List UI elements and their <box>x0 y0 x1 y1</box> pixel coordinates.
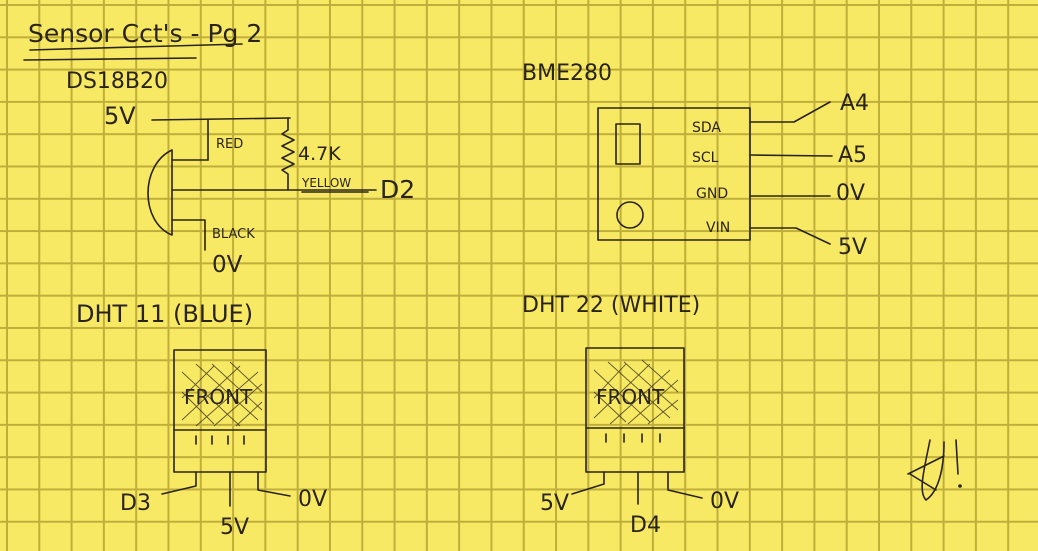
dht22-circuit: DHT 22 (WHITE) FRONT 5V D4 0V <box>522 293 739 538</box>
bme280-mount-hole <box>616 201 644 229</box>
dht11-pin-left: D3 <box>120 491 151 516</box>
pin-label-gnd: GND <box>696 186 728 202</box>
dht22-pin-marks <box>605 433 661 443</box>
dht22-lead-right <box>667 471 703 499</box>
target-a5: A5 <box>838 143 867 168</box>
resistor-symbol <box>281 117 295 191</box>
author-signature <box>907 439 962 501</box>
target-0v: 0V <box>836 181 865 206</box>
dht11-label: DHT 11 (BLUE) <box>76 300 253 328</box>
ds18b20-circuit: DS18B20 5V RED 4.7K YELLOW D2 BLACK 0V <box>66 69 415 278</box>
dht11-pin-middle: 5V <box>220 515 249 540</box>
dht11-lead-right <box>257 471 291 497</box>
dht11-circuit: DHT 11 (BLUE) FRONT D3 5V 0V <box>76 300 327 540</box>
dht22-lead-left <box>571 471 605 495</box>
bme280-circuit: BME280 SDA SCL GND VIN A4 A5 0V 5V <box>522 61 869 260</box>
graph-paper-sheet: Sensor Cct's - Pg 2 DS18B20 5V RED 4.7K … <box>0 0 1038 551</box>
yellow-wire-label: YELLOW <box>301 176 351 190</box>
ds18b20-label: DS18B20 <box>66 69 168 94</box>
schematic-canvas: Sensor Cct's - Pg 2 DS18B20 5V RED 4.7K … <box>23 19 962 540</box>
dht22-pin-middle: D4 <box>630 513 661 538</box>
red-wire-label: RED <box>216 137 243 152</box>
supply-rail <box>151 117 291 121</box>
ground-label: 0V <box>212 252 243 278</box>
ds18b20-supply-label: 5V <box>104 102 136 130</box>
title-underline-2 <box>23 57 197 61</box>
dht22-pin-left: 5V <box>540 491 569 516</box>
data-pin-label: D2 <box>380 175 415 204</box>
dht22-front-label: FRONT <box>596 385 665 409</box>
dht22-pin-right: 0V <box>710 489 739 514</box>
lead-scl <box>749 154 833 157</box>
dht22-body <box>585 347 685 473</box>
pin-label-vin: VIN <box>706 220 730 236</box>
dht22-label: DHT 22 (WHITE) <box>522 293 700 318</box>
dht11-pin-marks <box>195 435 245 445</box>
lead-vin <box>749 227 831 245</box>
lead-sda <box>749 101 831 123</box>
target-5v: 5V <box>838 235 867 260</box>
bme280-chip <box>615 123 641 165</box>
pin-label-scl: SCL <box>692 150 719 166</box>
black-wire-label: BLACK <box>212 227 255 242</box>
resistor-value: 4.7K <box>298 143 341 165</box>
dht11-pin-right: 0V <box>298 487 327 512</box>
dht11-lead-left <box>161 471 197 495</box>
ds18b20-sensor-body <box>147 149 173 236</box>
bme280-label: BME280 <box>522 61 612 86</box>
dht11-front-label: FRONT <box>184 385 253 409</box>
black-lead <box>171 219 206 251</box>
target-a4: A4 <box>840 91 869 116</box>
pin-label-sda: SDA <box>692 120 721 136</box>
